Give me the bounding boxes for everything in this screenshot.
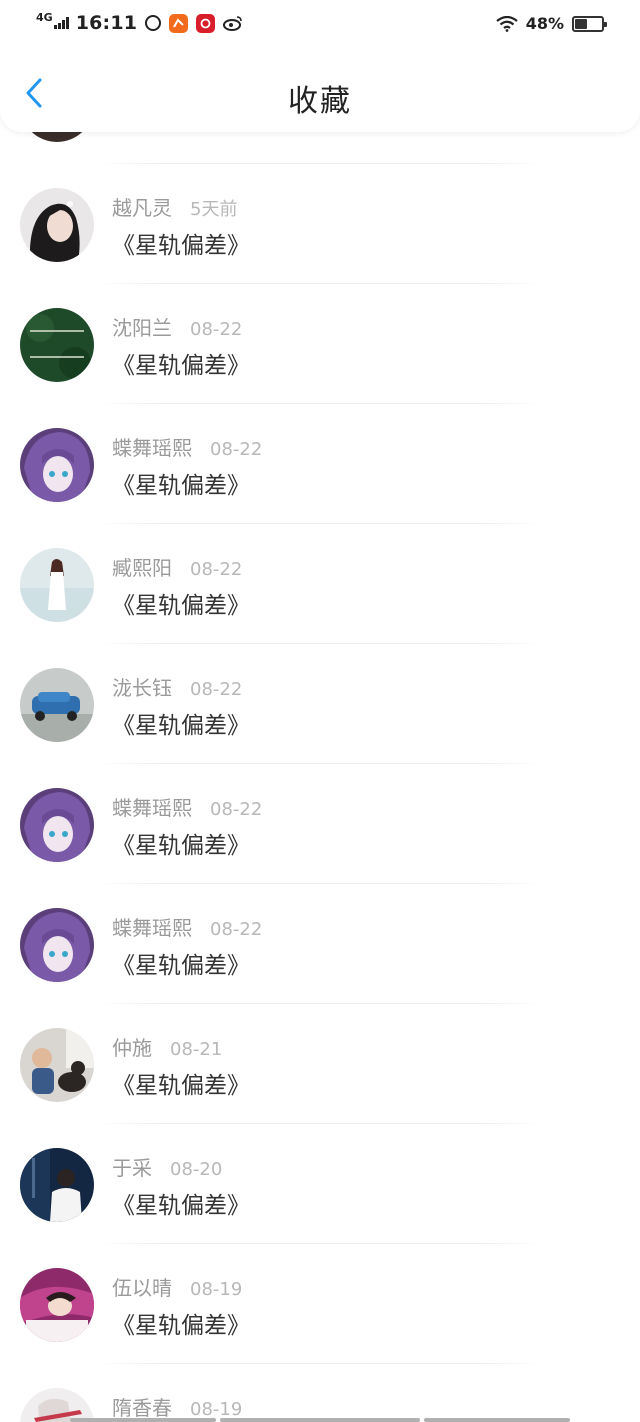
timestamp: 08-19 (190, 1399, 243, 1420)
username[interactable]: 越凡灵 (112, 192, 172, 221)
timestamp: 08-21 (170, 1039, 223, 1060)
favorite-title[interactable]: 《星轨偏差》 (112, 1306, 250, 1340)
network-type: 4G (36, 10, 53, 24)
list-item[interactable]: 蝶舞瑶熙 08-22 《星轨偏差》 (0, 404, 640, 524)
username[interactable]: 于采 (112, 1152, 152, 1181)
list-item[interactable]: 沈阳兰 08-22 《星轨偏差》 (0, 284, 640, 404)
username[interactable]: 仲施 (112, 1032, 152, 1061)
favorite-title[interactable]: 《星轨偏差》 (112, 826, 250, 860)
list-item[interactable]: 蝶舞瑶熙 08-22 《星轨偏差》 (0, 884, 640, 1004)
avatar (20, 428, 94, 502)
timestamp: 5天前 (190, 199, 238, 220)
username[interactable]: 臧熙阳 (112, 552, 172, 581)
avatar (20, 668, 94, 742)
list-item[interactable]: 隋香春 08-19 (0, 1364, 640, 1422)
timestamp: 08-22 (190, 559, 243, 580)
weibo-icon (223, 15, 243, 31)
avatar (20, 1388, 94, 1422)
timestamp: 08-20 (170, 1159, 223, 1180)
timestamp: 08-22 (190, 679, 243, 700)
list-item[interactable]: 臧熙阳 08-22 《星轨偏差》 (0, 524, 640, 644)
wifi-icon (496, 15, 518, 32)
battery-percent: 48% (525, 14, 564, 33)
avatar (20, 1268, 94, 1342)
list-item[interactable]: 蝶舞瑶熙 08-22 《星轨偏差》 (0, 764, 640, 884)
favorite-title[interactable]: 《星轨偏差》 (112, 706, 250, 740)
avatar (20, 1028, 94, 1102)
q-app-icon (145, 15, 162, 31)
avatar (20, 1148, 94, 1222)
timestamp: 08-22 (210, 919, 263, 940)
list-item[interactable]: 伍以晴 08-19 《星轨偏差》 (0, 1244, 640, 1364)
timestamp: 08-22 (210, 799, 263, 820)
avatar (20, 548, 94, 622)
favorite-title[interactable]: 《星轨偏差》 (112, 1066, 250, 1100)
username[interactable]: 泷长钰 (112, 672, 172, 701)
timestamp: 08-22 (210, 439, 263, 460)
orange-app-icon (169, 13, 189, 33)
timestamp: 08-22 (190, 319, 243, 340)
username[interactable]: 蝶舞瑶熙 (112, 912, 192, 941)
favorite-title[interactable]: 《星轨偏差》 (112, 346, 250, 380)
avatar (20, 908, 94, 982)
status-bar: 4G 16:11 48% (0, 0, 640, 52)
username[interactable]: 蝶舞瑶熙 (112, 432, 192, 461)
username[interactable]: 蝶舞瑶熙 (112, 792, 192, 821)
username[interactable]: 伍以晴 (112, 1272, 172, 1301)
favorite-title[interactable]: 《星轨偏差》 (112, 1186, 250, 1220)
avatar (20, 188, 94, 262)
list-item[interactable]: 于采 08-20 《星轨偏差》 (0, 1124, 640, 1244)
nav-bar: 收藏 (0, 52, 640, 132)
battery-icon (572, 15, 607, 32)
red-app-icon (196, 13, 216, 33)
timestamp: 08-19 (190, 1279, 243, 1300)
clock: 16:11 (75, 12, 138, 34)
favorite-title[interactable]: 《星轨偏差》 (112, 466, 250, 500)
signal-icon (53, 17, 70, 29)
username[interactable]: 隋香春 (112, 1392, 172, 1421)
favorite-title[interactable]: 《星轨偏差》 (112, 586, 250, 620)
favorite-title[interactable]: 《星轨偏差》 (112, 946, 250, 980)
username[interactable]: 沈阳兰 (112, 312, 172, 341)
favorites-page: 越凡灵 5天前 《星轨偏差》 沈阳兰 08-22 《星轨偏差》 蝶舞瑶熙 08-… (0, 0, 640, 1422)
scroll-indicator (0, 1418, 640, 1422)
list-item[interactable]: 仲施 08-21 《星轨偏差》 (0, 1004, 640, 1124)
page-title: 收藏 (288, 84, 352, 119)
avatar (20, 308, 94, 382)
favorite-title[interactable]: 《星轨偏差》 (112, 226, 250, 260)
list-item[interactable]: 越凡灵 5天前 《星轨偏差》 (0, 164, 640, 284)
avatar (20, 788, 94, 862)
list-item[interactable]: 泷长钰 08-22 《星轨偏差》 (0, 644, 640, 764)
